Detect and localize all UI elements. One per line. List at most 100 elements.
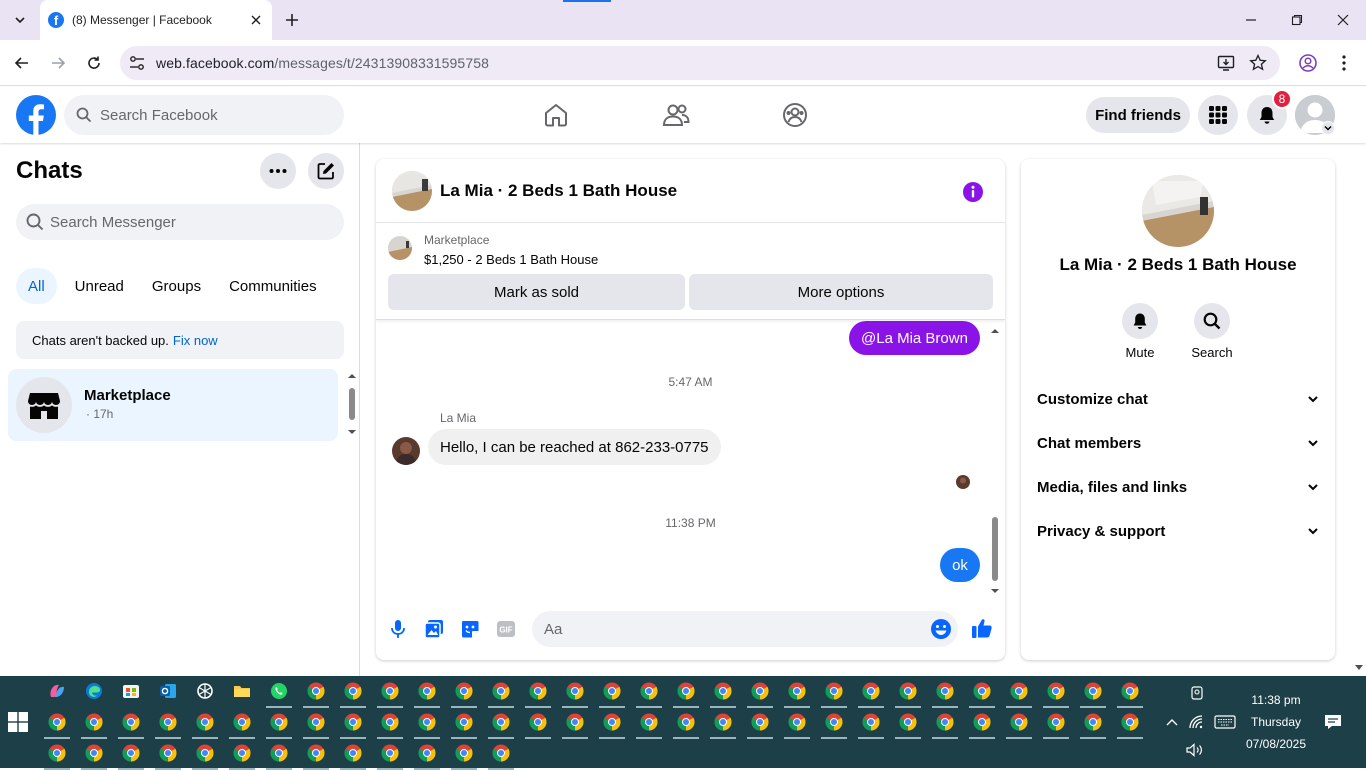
chrome-app-icon[interactable] <box>122 713 140 731</box>
filter-unread[interactable]: Unread <box>63 268 136 304</box>
emoji-icon[interactable] <box>930 618 952 640</box>
new-message-icon[interactable] <box>308 153 344 189</box>
pinned-app-icon[interactable] <box>233 682 251 700</box>
chrome-app-icon[interactable] <box>566 713 584 731</box>
chrome-app-icon[interactable] <box>307 682 325 700</box>
clock-time[interactable]: 11:38 pm <box>1232 693 1320 707</box>
chrome-app-icon[interactable] <box>270 744 288 762</box>
mark-as-sold-button[interactable]: Mark as sold <box>388 274 685 310</box>
photo-attach-icon[interactable] <box>422 617 446 641</box>
friends-icon[interactable] <box>660 99 692 131</box>
chrome-app-icon[interactable] <box>529 713 547 731</box>
chrome-app-icon[interactable] <box>1084 713 1102 731</box>
chrome-app-icon[interactable] <box>381 744 399 762</box>
chrome-app-icon[interactable] <box>455 682 473 700</box>
sender-avatar[interactable] <box>392 437 420 465</box>
show-hidden-icons-chevron-up-icon[interactable] <box>1163 713 1181 731</box>
mute-action[interactable]: Mute <box>1110 303 1170 360</box>
new-tab-icon[interactable] <box>282 10 302 30</box>
chrome-app-icon[interactable] <box>159 744 177 762</box>
chrome-app-icon[interactable] <box>492 713 510 731</box>
chrome-app-icon[interactable] <box>122 744 140 762</box>
filter-communities[interactable]: Communities <box>217 268 329 304</box>
menu-grid-icon[interactable] <box>1198 95 1238 135</box>
chrome-app-icon[interactable] <box>751 682 769 700</box>
messenger-search-input[interactable] <box>50 213 310 231</box>
reload-icon[interactable] <box>82 51 106 75</box>
chrome-app-icon[interactable] <box>973 682 991 700</box>
listing-thumbnail[interactable] <box>392 171 432 211</box>
pinned-app-icon[interactable] <box>85 682 103 700</box>
chrome-app-icon[interactable] <box>529 682 547 700</box>
chrome-app-icon[interactable] <box>1010 713 1028 731</box>
chrome-app-icon[interactable] <box>48 713 66 731</box>
volume-icon[interactable] <box>1186 741 1204 759</box>
media-files-links-section[interactable]: Media, files and links <box>1037 467 1319 507</box>
filter-groups[interactable]: Groups <box>140 268 213 304</box>
chrome-app-icon[interactable] <box>270 713 288 731</box>
back-arrow-icon[interactable] <box>10 51 34 75</box>
pinned-app-icon[interactable] <box>196 682 214 700</box>
listing-title[interactable]: $1,250 - 2 Beds 1 Bath House <box>424 252 598 267</box>
chrome-app-icon[interactable] <box>1121 713 1139 731</box>
chrome-app-icon[interactable] <box>788 682 806 700</box>
chrome-app-icon[interactable] <box>936 682 954 700</box>
chrome-app-icon[interactable] <box>714 713 732 731</box>
chrome-app-icon[interactable] <box>85 713 103 731</box>
chrome-app-icon[interactable] <box>1010 682 1028 700</box>
customize-chat-section[interactable]: Customize chat <box>1037 379 1319 419</box>
more-options-button[interactable]: More options <box>689 274 993 310</box>
profile-icon[interactable] <box>1296 51 1320 75</box>
chrome-app-icon[interactable] <box>899 682 917 700</box>
address-bar[interactable]: web.facebook.com/messages/t/243139083315… <box>120 46 1280 80</box>
chrome-app-icon[interactable] <box>307 744 325 762</box>
pinned-app-icon[interactable] <box>122 682 140 700</box>
chrome-app-icon[interactable] <box>603 682 621 700</box>
chrome-app-icon[interactable] <box>196 713 214 731</box>
find-friends-button[interactable]: Find friends <box>1086 97 1190 133</box>
thread-scrollbar[interactable] <box>988 325 1002 597</box>
browser-tab-messenger[interactable]: f (8) Messenger | Facebook <box>40 0 272 40</box>
info-icon[interactable] <box>962 181 984 203</box>
pinned-app-icon[interactable] <box>159 682 177 700</box>
chrome-app-icon[interactable] <box>640 682 658 700</box>
chrome-app-icon[interactable] <box>307 713 325 731</box>
chrome-app-icon[interactable] <box>862 713 880 731</box>
pinned-app-icon[interactable] <box>48 682 66 700</box>
facebook-search-box[interactable] <box>64 95 344 135</box>
chats-options-icon[interactable] <box>260 153 296 189</box>
wifi-icon[interactable] <box>1188 713 1206 731</box>
install-app-icon[interactable] <box>1214 51 1238 75</box>
filter-all[interactable]: All <box>16 268 57 304</box>
outgoing-message-mention[interactable]: @La Mia Brown <box>849 321 980 355</box>
close-tab-icon[interactable] <box>246 10 266 30</box>
chat-item-marketplace[interactable]: Marketplace · 17h <box>8 369 338 441</box>
site-settings-icon[interactable] <box>128 54 148 72</box>
chrome-app-icon[interactable] <box>862 682 880 700</box>
chrome-app-icon[interactable] <box>677 713 695 731</box>
chrome-app-icon[interactable] <box>973 713 991 731</box>
sticker-icon[interactable] <box>458 617 482 641</box>
chrome-app-icon[interactable] <box>825 682 843 700</box>
gif-icon[interactable]: GIF <box>494 617 518 641</box>
chrome-app-icon[interactable] <box>1047 713 1065 731</box>
home-icon[interactable] <box>540 99 572 131</box>
chat-members-section[interactable]: Chat members <box>1037 423 1319 463</box>
chrome-app-icon[interactable] <box>418 682 436 700</box>
conversation-title[interactable]: La Mia · 2 Beds 1 Bath House <box>440 181 677 201</box>
browser-menu-icon[interactable] <box>1332 51 1356 75</box>
chrome-app-icon[interactable] <box>640 713 658 731</box>
chrome-app-icon[interactable] <box>159 713 177 731</box>
meet-now-icon[interactable] <box>1188 684 1206 702</box>
tab-search-chevron-icon[interactable] <box>8 8 32 32</box>
chrome-app-icon[interactable] <box>455 744 473 762</box>
windows-start-icon[interactable] <box>8 712 28 732</box>
page-scrollbar[interactable] <box>1352 87 1366 676</box>
outgoing-message[interactable]: ok <box>940 548 980 582</box>
incoming-message[interactable]: Hello, I can be reached at 862-233-0775 <box>428 429 721 465</box>
chrome-app-icon[interactable] <box>381 682 399 700</box>
chrome-app-icon[interactable] <box>751 713 769 731</box>
chrome-app-icon[interactable] <box>85 744 103 762</box>
messenger-search-box[interactable] <box>16 204 344 240</box>
chrome-app-icon[interactable] <box>492 744 510 762</box>
